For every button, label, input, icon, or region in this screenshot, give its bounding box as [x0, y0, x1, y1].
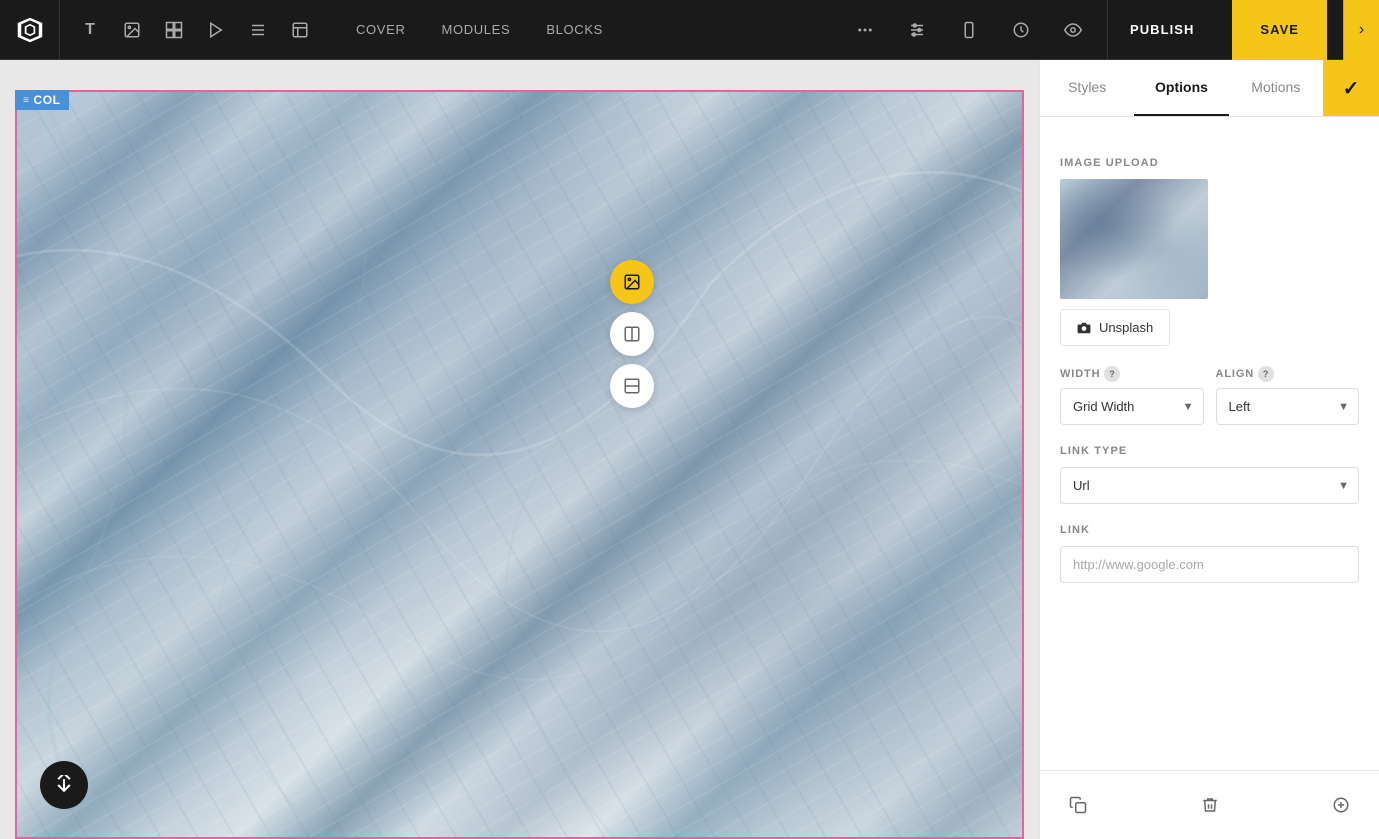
link-type-label: LINK TYPE: [1060, 445, 1359, 457]
divider-icon: [249, 21, 267, 39]
video-icon: [207, 21, 225, 39]
save-button[interactable]: SAVE: [1232, 0, 1327, 60]
image-action-btn[interactable]: [610, 260, 654, 304]
canvas-image: [15, 90, 1024, 839]
align-field-group: ALIGN ? Left Center Right ▼: [1216, 366, 1360, 425]
sliders-btn[interactable]: [899, 12, 935, 48]
toolbar-right: PUBLISH SAVE ›: [847, 0, 1379, 60]
logo-icon: [16, 16, 44, 44]
mobile-icon: [960, 21, 978, 39]
width-select[interactable]: Grid Width Full Width Auto: [1060, 388, 1204, 425]
tab-styles[interactable]: Styles: [1040, 60, 1134, 116]
history-btn[interactable]: [1003, 12, 1039, 48]
width-select-wrapper: Grid Width Full Width Auto ▼: [1060, 388, 1204, 425]
nav-modules[interactable]: MODULES: [423, 0, 528, 60]
publish-button[interactable]: PUBLISH: [1107, 0, 1216, 60]
align-help-badge[interactable]: ?: [1258, 366, 1274, 382]
delete-btn[interactable]: [1192, 787, 1228, 823]
scroll-icon: [54, 775, 74, 795]
video-tool-btn[interactable]: [198, 12, 234, 48]
text-icon: T: [85, 21, 95, 39]
tab-motions[interactable]: Motions: [1229, 60, 1323, 116]
clock-icon: [1012, 21, 1030, 39]
col-label-icon: ≡: [23, 95, 29, 106]
preview-btn[interactable]: [1055, 12, 1091, 48]
divider-tool-btn[interactable]: [240, 12, 276, 48]
save-arrow-button[interactable]: ›: [1343, 0, 1379, 60]
width-help-badge[interactable]: ?: [1104, 366, 1120, 382]
image-tool-btn[interactable]: [114, 12, 150, 48]
layout-icon: [291, 21, 309, 39]
floating-action-buttons: [610, 260, 654, 408]
toolbar-tools: T: [60, 12, 330, 48]
link-section: LINK: [1060, 524, 1359, 583]
scroll-button[interactable]: [40, 761, 88, 809]
link-type-select-wrapper: Url Page None ▼: [1060, 467, 1359, 504]
col-label[interactable]: ≡ COL: [15, 90, 69, 110]
width-align-row: WIDTH ? Grid Width Full Width Auto ▼: [1060, 366, 1359, 425]
gallery-tool-btn[interactable]: [156, 12, 192, 48]
width-label: WIDTH ?: [1060, 366, 1204, 382]
nav-cover[interactable]: COVER: [338, 0, 423, 60]
width-field-group: WIDTH ? Grid Width Full Width Auto ▼: [1060, 366, 1204, 425]
panel-check-btn[interactable]: ✓: [1323, 60, 1379, 116]
toolbar: T COVER MODULES: [0, 0, 1379, 60]
unsplash-button[interactable]: Unsplash: [1060, 309, 1170, 346]
panel-tabs: Styles Options Motions ✓: [1040, 60, 1379, 117]
side-panel: Styles Options Motions ✓ IMAGE UPLOAD Un…: [1039, 60, 1379, 839]
camera-icon: [1077, 321, 1091, 335]
image-preview-inner: [1060, 179, 1208, 299]
tab-options[interactable]: Options: [1134, 60, 1228, 116]
mobile-btn[interactable]: [951, 12, 987, 48]
split-h-icon: [623, 377, 641, 395]
image-preview[interactable]: [1060, 179, 1208, 299]
align-select-wrapper: Left Center Right ▼: [1216, 388, 1360, 425]
nav-blocks[interactable]: BLOCKS: [528, 0, 621, 60]
main-content: ≡ COL: [0, 60, 1379, 839]
link-label: LINK: [1060, 524, 1359, 536]
eye-icon: [1064, 21, 1082, 39]
panel-footer: [1040, 770, 1379, 839]
link-type-section: LINK TYPE Url Page None ▼: [1060, 445, 1359, 504]
text-tool-btn[interactable]: T: [72, 12, 108, 48]
split-vertical-btn[interactable]: [610, 312, 654, 356]
dots-btn[interactable]: [847, 12, 883, 48]
duplicate-btn[interactable]: [1060, 787, 1096, 823]
toolbar-nav: COVER MODULES BLOCKS: [338, 0, 621, 60]
link-type-select[interactable]: Url Page None: [1060, 467, 1359, 504]
image-upload-section: IMAGE UPLOAD Unsplash: [1060, 157, 1359, 346]
panel-content: IMAGE UPLOAD Unsplash WIDTH ?: [1040, 117, 1379, 770]
dots-icon: [856, 21, 874, 39]
layout-tool-btn[interactable]: [282, 12, 318, 48]
duplicate-icon: [1069, 796, 1087, 814]
trash-icon: [1201, 796, 1219, 814]
gallery-icon: [165, 21, 183, 39]
split-horizontal-btn[interactable]: [610, 364, 654, 408]
logo[interactable]: [0, 0, 60, 60]
col-label-text: COL: [33, 93, 60, 107]
link-input[interactable]: [1060, 546, 1359, 583]
marble-texture: [15, 90, 1024, 839]
align-select[interactable]: Left Center Right: [1216, 388, 1360, 425]
unsplash-label: Unsplash: [1099, 320, 1153, 335]
add-btn[interactable]: [1323, 787, 1359, 823]
align-label: ALIGN ?: [1216, 366, 1360, 382]
image-float-icon: [623, 273, 641, 291]
canvas-area: ≡ COL: [0, 60, 1039, 839]
split-v-icon: [623, 325, 641, 343]
image-icon: [123, 21, 141, 39]
sliders-icon: [908, 21, 926, 39]
image-upload-label: IMAGE UPLOAD: [1060, 157, 1359, 169]
plus-icon: [1332, 796, 1350, 814]
